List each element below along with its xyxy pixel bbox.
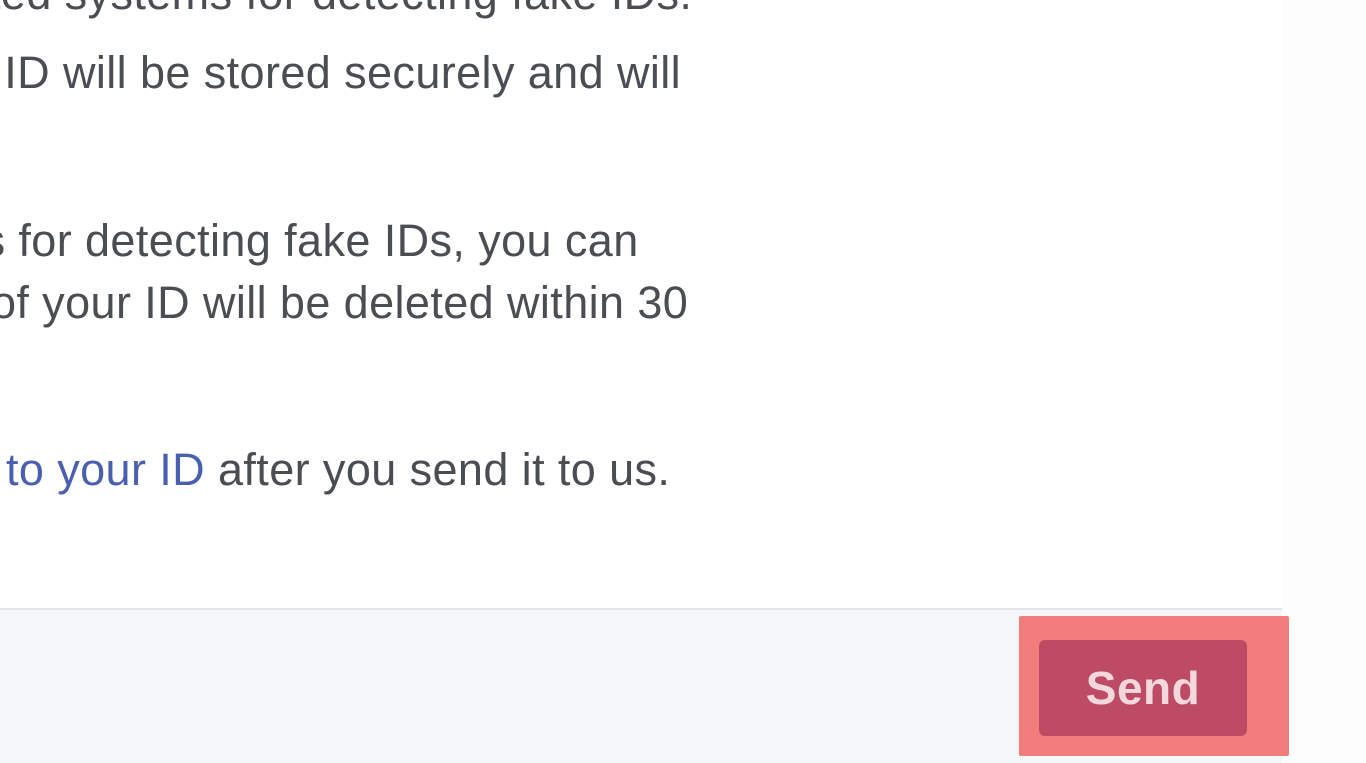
- viewport: improve our automated systems for detect…: [0, 0, 1366, 763]
- info-text-line: s option off, the copy of your ID will b…: [0, 272, 1366, 334]
- learn-more-text-rest: after you send it to us.: [205, 444, 670, 495]
- learn-more-line: to your ID after you send it to us.: [6, 442, 670, 498]
- learn-more-link-fragment[interactable]: to your ID: [6, 444, 205, 495]
- page-background-right: [1282, 0, 1366, 763]
- info-text-line: improve our automated systems for detect…: [0, 0, 1366, 25]
- dialog-footer: Send: [0, 610, 1282, 763]
- dialog-body: improve our automated systems for detect…: [0, 0, 1282, 608]
- send-button[interactable]: Send: [1039, 640, 1247, 736]
- info-text-line: our information. Your ID will be stored …: [0, 42, 1366, 104]
- info-text-line: ur automated systems for detecting fake …: [0, 210, 1366, 272]
